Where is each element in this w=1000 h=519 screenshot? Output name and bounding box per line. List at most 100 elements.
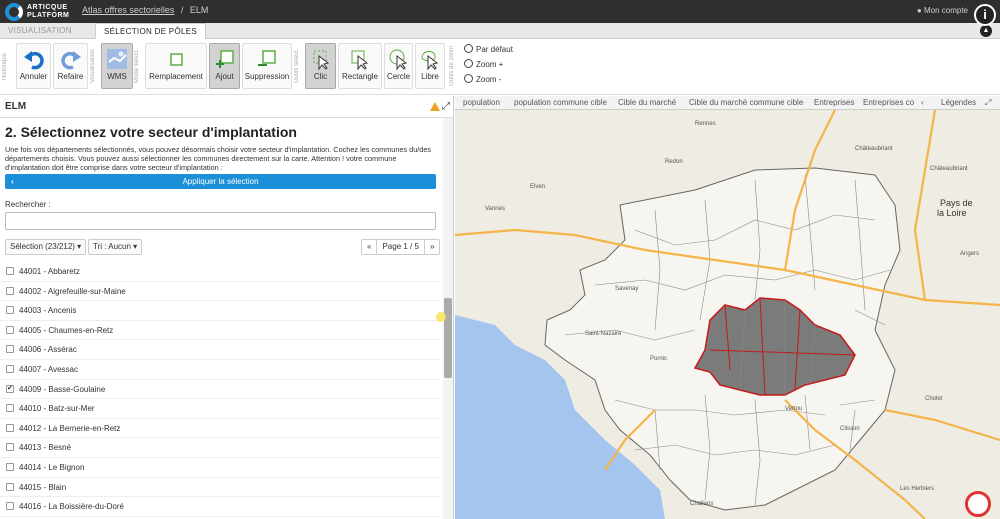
user-label: Mon compte xyxy=(923,6,968,15)
commune-checkbox[interactable] xyxy=(6,404,14,413)
step-description: Une fois vos départements sélectionnés, … xyxy=(5,145,432,172)
list-item[interactable]: 44015 - Blain xyxy=(0,478,440,498)
map-expand-icon[interactable]: ⤢ xyxy=(985,96,991,110)
list-item[interactable]: ✔ 44009 - Basse-Goulaine xyxy=(0,380,440,400)
layer-tab[interactable]: Entreprises co xyxy=(863,96,914,110)
add-icon xyxy=(215,50,234,68)
breadcrumb-current: ELM xyxy=(189,5,209,15)
commune-checkbox[interactable] xyxy=(6,462,14,471)
redo-button[interactable]: Refaire xyxy=(53,43,88,89)
apply-selection-label: Appliquer la sélection xyxy=(182,177,259,186)
apply-selection-button[interactable]: ‹ Appliquer la sélection xyxy=(5,174,436,189)
tab-visualisation[interactable]: VISUALISATION xyxy=(0,23,80,39)
undo-button[interactable]: Annuler xyxy=(16,43,51,89)
scrollbar-thumb[interactable] xyxy=(444,298,452,378)
list-item[interactable]: 44014 - Le Bignon xyxy=(0,458,440,478)
zoom-out-button[interactable]: Zoom - xyxy=(464,74,522,86)
map-label-rennes: Rennes xyxy=(695,121,716,127)
list-item[interactable]: 44006 - Assérac xyxy=(0,340,440,360)
layer-tab[interactable]: Cible du marché commune cible xyxy=(689,96,803,110)
rectangle-select-button[interactable]: Rectangle xyxy=(338,43,382,89)
freehand-select-button[interactable]: Libre xyxy=(415,43,445,89)
list-item[interactable]: 44016 - La Boissière-du-Doré xyxy=(0,497,440,517)
layers-scroll-left-icon[interactable]: ‹ xyxy=(921,96,924,110)
list-item[interactable]: 44013 - Besné xyxy=(0,438,440,458)
commune-checkbox[interactable] xyxy=(6,364,14,373)
group-label-outils-zoom: Outils de zoom xyxy=(449,45,455,87)
layer-tab[interactable]: population commune cible xyxy=(514,96,607,110)
commune-label: 44009 - Basse-Goulaine xyxy=(19,384,106,394)
add-label: Ajout xyxy=(215,72,234,81)
collapse-toolbar-icon[interactable]: ▲ xyxy=(980,25,992,37)
replace-mode-button[interactable]: Remplacement xyxy=(145,43,207,89)
replace-icon xyxy=(170,53,183,66)
expand-icon[interactable]: ⤢ xyxy=(442,101,450,112)
breadcrumb: Atlas offres sectorielles / ELM xyxy=(82,5,208,15)
sort-dropdown[interactable]: Tri : Aucun ▾ xyxy=(88,239,143,255)
commune-checkbox[interactable] xyxy=(6,286,14,295)
rectangle-select-icon xyxy=(351,50,369,70)
commune-checkbox[interactable] xyxy=(6,502,14,511)
click-label: Clic xyxy=(313,72,328,81)
app-logo[interactable]: ARTICQUE PLATFORM xyxy=(5,3,69,21)
list-item[interactable]: 44005 - Chaumes-en-Retz xyxy=(0,321,440,341)
remove-mode-button[interactable]: Suppression xyxy=(242,43,292,89)
user-account-link[interactable]: ● Mon compte xyxy=(917,6,968,15)
map-canvas[interactable]: Pays de la Loire Redon Vannes Elven Save… xyxy=(455,110,1000,519)
commune-label: 44012 - La Bernerie-en-Retz xyxy=(19,423,121,433)
tab-legendes[interactable]: Légendes xyxy=(941,96,976,110)
list-item[interactable]: 44002 - Aigrefeuille-sur-Maine xyxy=(0,282,440,302)
redo-label: Refaire xyxy=(57,72,84,81)
zoom-default-button[interactable]: Par défaut xyxy=(464,44,522,56)
warning-icon xyxy=(430,102,440,111)
compass-icon[interactable] xyxy=(965,491,991,517)
layer-tab[interactable]: Entreprises xyxy=(814,96,854,110)
list-item[interactable]: 44001 - Abbaretz xyxy=(0,262,440,282)
map-label-clisson: Clisson xyxy=(840,426,860,432)
commune-checkbox[interactable] xyxy=(6,267,14,275)
wms-label: WMS xyxy=(107,72,127,81)
map-label-les-herbiers: Les Herbiers xyxy=(900,486,934,492)
tab-selection-poles[interactable]: SÉLECTION DE PÔLES xyxy=(95,23,206,39)
logo-line1: ARTICQUE xyxy=(27,4,68,11)
commune-checkbox[interactable] xyxy=(6,482,14,491)
commune-checkbox[interactable] xyxy=(6,443,14,452)
commune-checkbox[interactable] xyxy=(6,325,14,334)
remove-label: Suppression xyxy=(244,72,290,81)
layer-tab[interactable]: population xyxy=(463,96,500,110)
pager-next-button[interactable]: » xyxy=(425,240,439,254)
zoom-in-label: Zoom + xyxy=(476,60,504,69)
breadcrumb-link[interactable]: Atlas offres sectorielles xyxy=(82,5,174,15)
zoom-out-icon xyxy=(464,74,473,83)
mode-tabs: VISUALISATION SÉLECTION DE PÔLES ▲ xyxy=(0,23,1000,39)
click-select-button[interactable]: Clic xyxy=(305,43,336,89)
layer-tab[interactable]: Cible du marché xyxy=(618,96,676,110)
add-mode-button[interactable]: Ajout xyxy=(209,43,240,89)
commune-label: 44002 - Aigrefeuille-sur-Maine xyxy=(19,286,126,296)
list-item[interactable]: 44010 - Batz-sur-Mer xyxy=(0,399,440,419)
commune-label: 44013 - Besné xyxy=(19,443,72,453)
list-item[interactable]: 44012 - La Bernerie-en-Retz xyxy=(0,419,440,439)
info-icon[interactable]: i xyxy=(974,4,996,26)
commune-label: 44007 - Avessac xyxy=(19,364,79,374)
list-item[interactable]: 44003 - Ancenis xyxy=(0,301,440,321)
map-label-chateaubriant-2: Châteaubriant xyxy=(930,166,968,172)
commune-label: 44003 - Ancenis xyxy=(19,306,77,316)
zoom-out-label: Zoom - xyxy=(476,75,502,84)
magnifier-icon xyxy=(464,44,473,53)
commune-checkbox[interactable]: ✔ xyxy=(6,384,14,393)
zoom-in-icon xyxy=(464,59,473,68)
selection-filter-dropdown[interactable]: Sélection (23/212) ▾ xyxy=(5,239,87,255)
commune-checkbox[interactable] xyxy=(6,423,14,432)
circle-select-button[interactable]: Cercle xyxy=(384,43,413,89)
commune-checkbox[interactable] xyxy=(6,306,14,315)
search-input[interactable] xyxy=(5,212,436,230)
wms-button[interactable]: WMS xyxy=(101,43,133,89)
map-label-saint-nazaire: Saint-Nazaire xyxy=(585,331,622,337)
commune-checkbox[interactable] xyxy=(6,345,14,354)
list-item[interactable]: 44007 - Avessac xyxy=(0,360,440,380)
pager-prev-button[interactable]: « xyxy=(362,240,378,254)
replace-label: Remplacement xyxy=(149,72,203,81)
zoom-in-button[interactable]: Zoom + xyxy=(464,59,522,71)
step-heading: 2. Sélectionnez votre secteur d'implanta… xyxy=(5,124,297,140)
